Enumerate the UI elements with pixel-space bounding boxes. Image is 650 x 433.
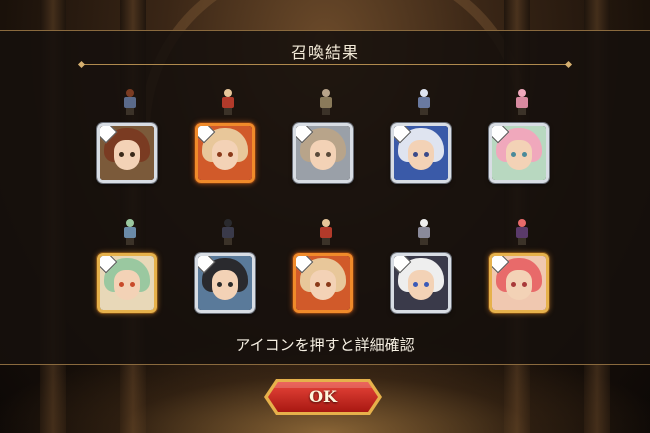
unit-sprite: [121, 89, 139, 115]
unit-card[interactable]: [97, 89, 163, 189]
unit-portrait[interactable]: [391, 123, 451, 183]
unit-card[interactable]: [391, 89, 457, 189]
unit-portrait[interactable]: [293, 123, 353, 183]
unit-sprite: [513, 219, 531, 245]
unit-card[interactable]: [489, 89, 555, 189]
ok-button-label: OK: [309, 387, 337, 406]
unit-portrait[interactable]: [391, 253, 451, 313]
title-divider: [82, 64, 568, 65]
unit-sprite: [415, 219, 433, 245]
unit-sprite: [219, 89, 237, 115]
unit-portrait[interactable]: [195, 253, 255, 313]
unit-card[interactable]: [489, 219, 555, 319]
unit-card[interactable]: [293, 89, 359, 189]
unit-portrait[interactable]: [293, 253, 353, 313]
ok-button[interactable]: OK: [262, 377, 384, 417]
hint-text: アイコンを押すと詳細確認: [235, 336, 415, 354]
unit-sprite: [121, 219, 139, 245]
unit-portrait[interactable]: [489, 253, 549, 313]
unit-sprite: [415, 89, 433, 115]
summon-results-panel: 召喚結果 アイコンを押すと詳細確認: [0, 30, 650, 365]
unit-card[interactable]: [391, 219, 457, 319]
unit-card[interactable]: [195, 89, 261, 189]
unit-portrait[interactable]: [97, 123, 157, 183]
unit-card[interactable]: [97, 219, 163, 319]
unit-sprite: [317, 89, 335, 115]
unit-sprite: [513, 89, 531, 115]
unit-portrait[interactable]: [195, 123, 255, 183]
page-title: 召喚結果: [290, 43, 359, 62]
unit-sprite: [317, 219, 335, 245]
unit-card[interactable]: [293, 219, 359, 319]
unit-portrait[interactable]: [97, 253, 157, 313]
unit-portrait[interactable]: [489, 123, 549, 183]
unit-card[interactable]: [195, 219, 261, 319]
unit-sprite: [219, 219, 237, 245]
